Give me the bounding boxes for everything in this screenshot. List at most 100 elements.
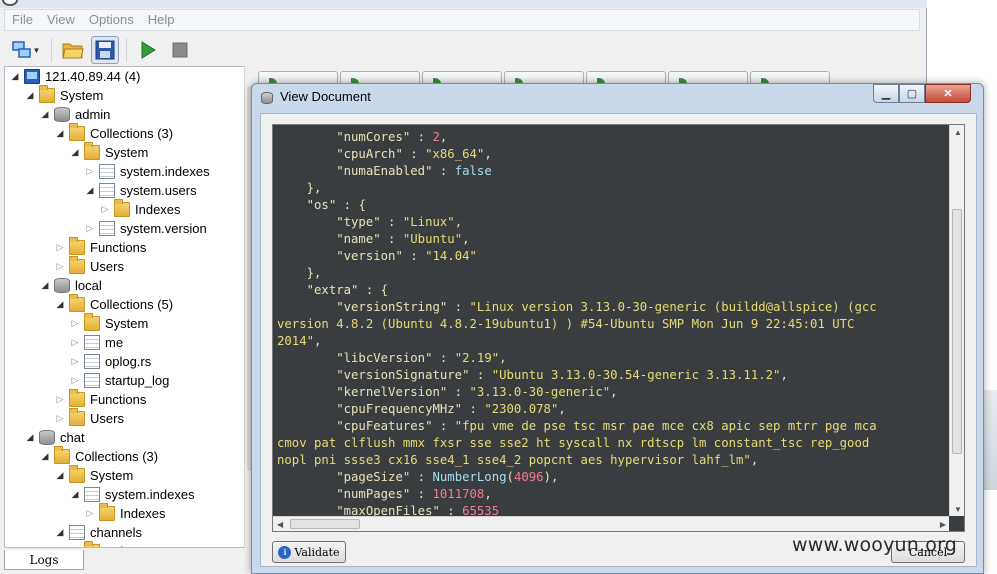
expand-arrow-icon[interactable]: ▷ bbox=[69, 375, 81, 386]
tree-node[interactable]: ▷ system.indexes bbox=[84, 162, 210, 181]
tree-node[interactable]: ◢ Collections (5) bbox=[54, 294, 173, 314]
tree-node[interactable]: ◢ channels bbox=[54, 523, 142, 542]
tree-node-label: Collections (3) bbox=[90, 126, 174, 141]
collapse-arrow-icon[interactable]: ◢ bbox=[39, 280, 51, 291]
menu-file[interactable]: File bbox=[5, 10, 40, 30]
tree-node[interactable]: ◢ 121.40.89.44 (4) bbox=[9, 67, 140, 86]
tree-node-label: System bbox=[90, 468, 134, 483]
code-token: , bbox=[484, 147, 492, 161]
code-token: , bbox=[314, 334, 322, 348]
collapse-arrow-icon[interactable]: ◢ bbox=[9, 71, 21, 82]
expand-arrow-icon[interactable]: ▷ bbox=[54, 261, 66, 272]
tree-node[interactable]: ▷ System bbox=[69, 313, 148, 333]
tree-node[interactable]: ◢ system.indexes bbox=[69, 485, 195, 504]
tree-node[interactable]: ▷ system.version bbox=[84, 219, 207, 238]
close-button[interactable]: ✕ bbox=[925, 84, 971, 103]
connect-button[interactable]: ▼ bbox=[8, 36, 44, 64]
code-token: "numPages" bbox=[277, 487, 411, 501]
save-button[interactable] bbox=[91, 36, 119, 64]
expand-arrow-icon[interactable]: ▷ bbox=[54, 242, 66, 253]
editor-vertical-scrollbar[interactable]: ▲ ▼ bbox=[949, 125, 964, 517]
menu-help[interactable]: Help bbox=[141, 10, 182, 30]
collapse-arrow-icon[interactable]: ◢ bbox=[24, 432, 36, 443]
scroll-right-icon[interactable]: ▶ bbox=[940, 520, 946, 529]
collapse-arrow-icon[interactable]: ◢ bbox=[69, 147, 81, 158]
minimize-button[interactable]: ▁ bbox=[873, 84, 899, 103]
collapse-arrow-icon[interactable]: ◢ bbox=[54, 470, 66, 481]
tree-node[interactable]: ◢ Collections (3) bbox=[39, 446, 158, 466]
tree-node[interactable]: ▷ Indexes bbox=[99, 199, 181, 219]
tree-node-label: system.version bbox=[120, 221, 207, 236]
folder-icon bbox=[69, 237, 85, 255]
collapse-arrow-icon[interactable]: ◢ bbox=[54, 527, 66, 538]
tree-node[interactable]: ▷ Indexes bbox=[84, 503, 166, 523]
expand-arrow-icon[interactable]: ▷ bbox=[54, 413, 66, 424]
tree-node[interactable]: ◢ local bbox=[39, 276, 102, 295]
collapse-arrow-icon[interactable]: ◢ bbox=[54, 299, 66, 310]
connection-tree[interactable]: ◢ 121.40.89.44 (4) ◢ System ◢ admin ◢ Collectio… bbox=[4, 66, 246, 548]
code-token: "3.13.0-30-generic" bbox=[469, 385, 611, 399]
tree-node[interactable]: ◢ admin bbox=[39, 105, 110, 124]
menu-view[interactable]: View bbox=[40, 10, 82, 30]
tree-node[interactable]: ▷ oplog.rs bbox=[69, 352, 151, 371]
run-button[interactable] bbox=[134, 36, 162, 64]
dialog-body: "numCores" : 2, "cpuArch" : "x86_64", "n… bbox=[260, 113, 977, 567]
tree-node[interactable]: ▷ Indexes bbox=[69, 541, 151, 547]
open-button[interactable] bbox=[59, 36, 87, 64]
document-editor[interactable]: "numCores" : 2, "cpuArch" : "x86_64", "n… bbox=[272, 124, 965, 532]
stop-button[interactable] bbox=[166, 36, 194, 64]
tree-node[interactable]: ◢ System bbox=[69, 142, 148, 162]
view-document-dialog: View Document ▁ ▢ ✕ "numCores" : 2, "cpu… bbox=[251, 83, 984, 574]
tree-node[interactable]: ▷ Functions bbox=[54, 389, 147, 409]
editor-horizontal-scrollbar[interactable]: ◀ ▶ bbox=[273, 516, 950, 531]
tree-node[interactable]: ▷ Functions bbox=[54, 237, 146, 257]
expand-arrow-icon[interactable]: ▷ bbox=[69, 337, 81, 348]
tree-node[interactable]: ▷ startup_log bbox=[69, 371, 169, 390]
tree-node[interactable]: ◢ System bbox=[54, 465, 134, 485]
menu-options[interactable]: Options bbox=[82, 10, 141, 30]
document-json-text[interactable]: "numCores" : 2, "cpuArch" : "x86_64", "n… bbox=[273, 125, 950, 517]
scroll-left-icon[interactable]: ◀ bbox=[277, 520, 283, 529]
tree-node[interactable]: ▷ me bbox=[69, 333, 123, 352]
code-token: ( bbox=[506, 470, 514, 484]
collapse-arrow-icon[interactable]: ◢ bbox=[24, 90, 36, 101]
tab-logs[interactable]: Logs bbox=[4, 550, 84, 570]
expand-arrow-icon[interactable]: ▷ bbox=[84, 508, 96, 519]
tree-node[interactable]: ◢ Collections (3) bbox=[54, 123, 174, 143]
code-line: "cpuArch" : "x86_64", bbox=[277, 146, 950, 163]
collection-icon bbox=[99, 183, 115, 198]
folder-icon bbox=[84, 142, 100, 160]
scroll-down-icon[interactable]: ▼ bbox=[954, 505, 962, 514]
tree-node-label: Users bbox=[90, 411, 124, 426]
expand-arrow-icon[interactable]: ▷ bbox=[69, 546, 81, 547]
expand-arrow-icon[interactable]: ▷ bbox=[54, 394, 66, 405]
code-token: , bbox=[499, 351, 507, 365]
chevron-down-icon[interactable]: ▼ bbox=[33, 46, 41, 55]
code-line: }, bbox=[277, 180, 950, 197]
tree-node-label: local bbox=[75, 278, 102, 293]
maximize-button[interactable]: ▢ bbox=[899, 84, 925, 103]
expand-arrow-icon[interactable]: ▷ bbox=[69, 356, 81, 367]
tree-node[interactable]: ▷ Users bbox=[54, 256, 124, 276]
collapse-arrow-icon[interactable]: ◢ bbox=[54, 128, 66, 139]
collapse-arrow-icon[interactable]: ◢ bbox=[84, 185, 96, 196]
scroll-up-icon[interactable]: ▲ bbox=[954, 128, 962, 137]
tree-node[interactable]: ▷ Users bbox=[54, 408, 124, 428]
code-line: "libcVersion" : "2.19", bbox=[277, 350, 950, 367]
expand-arrow-icon[interactable]: ▷ bbox=[84, 223, 96, 234]
collapse-arrow-icon[interactable]: ◢ bbox=[39, 109, 51, 120]
code-token: : bbox=[402, 147, 426, 161]
expand-arrow-icon[interactable]: ▷ bbox=[84, 166, 96, 177]
collapse-arrow-icon[interactable]: ◢ bbox=[69, 489, 81, 500]
editor-vertical-scrollbar-thumb[interactable] bbox=[952, 209, 962, 454]
expand-arrow-icon[interactable]: ▷ bbox=[69, 318, 81, 329]
tree-node[interactable]: ◢ system.users bbox=[84, 181, 197, 200]
tree-node-label: Functions bbox=[90, 392, 147, 407]
expand-arrow-icon[interactable]: ▷ bbox=[99, 204, 111, 215]
editor-horizontal-scrollbar-thumb[interactable] bbox=[290, 519, 360, 529]
tree-node[interactable]: ◢ chat bbox=[24, 428, 85, 447]
collapse-arrow-icon[interactable]: ◢ bbox=[39, 451, 51, 462]
code-line: "pageSize" : NumberLong(4096), bbox=[277, 469, 950, 486]
validate-button[interactable]: i Validate bbox=[272, 541, 346, 563]
tree-node[interactable]: ◢ System bbox=[24, 85, 103, 105]
